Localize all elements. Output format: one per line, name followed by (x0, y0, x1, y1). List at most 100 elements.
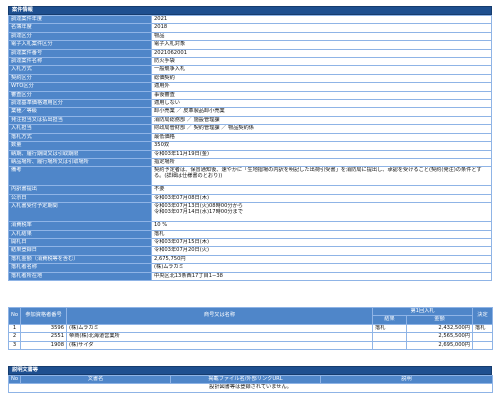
field-label: 調達案件番号 (8, 48, 152, 59)
field-value: 物品 (151, 31, 492, 42)
field-label: 入札結果 (8, 229, 152, 239)
table-row: 数量 350双 (8, 141, 492, 151)
col-round-1: 第1回入札 (372, 306, 473, 317)
case-info-header: 案件情報 (8, 6, 492, 15)
table-row: 調達区分 物品 (8, 31, 492, 42)
table-row: 落札者名称 (株)ムラカミ (8, 263, 492, 273)
field-label: 名簿年度 (8, 23, 152, 33)
table-row: 入札担当 財政局管財部 ／ 契約管理課 ／ 物品契約係 (8, 124, 492, 134)
field-value: 事後審査 (151, 90, 492, 101)
field-value: 令和03年07月20日(火) (151, 246, 492, 256)
field-value: 2021 (151, 14, 492, 25)
field-value: 2,675,750円 (151, 254, 492, 265)
col-decision: 決定 (472, 307, 493, 325)
table-row: 1 3596 (株)ムラカミ 落札 2,432,500円 落札 (8, 323, 493, 334)
docs-section: 説明文書等 No 文書名 掲載ファイル名/外部リンクURL 説明 設計図書等は登… (8, 366, 493, 393)
bid-no: 1 (8, 323, 21, 334)
bid-decision: 落札 (472, 323, 493, 334)
bid-result: 落札 (372, 323, 407, 334)
field-value: 防火手袋 (151, 57, 492, 67)
table-row: 落札金額（消費税等を含む） 2,675,750円 (8, 254, 492, 265)
field-label: 落札金額（消費税等を含む） (8, 254, 152, 265)
field-value: 一般競争入札 (151, 65, 492, 75)
field-value: 2021062001 (151, 48, 492, 59)
field-value: 適用しない (151, 99, 492, 109)
field-value: 10 % (151, 221, 492, 231)
col-no: No (8, 307, 21, 325)
bid-name: (株)サイダ (66, 340, 373, 351)
field-label: 納品場所、履行場所又は引取場所 (8, 157, 152, 168)
bid-reg-no: 2551 (20, 332, 67, 342)
docs-table: No 文書名 掲載ファイル名/外部リンクURL 説明 設計図書等は登録されていま… (8, 374, 493, 393)
table-row: 落札者所在地 中央区北13条西17丁目1−38 (8, 271, 492, 281)
field-label: 内訳書提出 (8, 185, 152, 195)
table-row: 審査区分 事後審査 (8, 90, 492, 101)
field-value: 財政局管財部 ／ 契約管理課 ／ 物品契約係 (151, 124, 492, 134)
field-label: 納期、履行期間又は引取期限 (8, 149, 152, 159)
field-label: 結果登録日 (8, 246, 152, 256)
field-label: 調達基準価格適用区分 (8, 99, 152, 109)
table-row: 業種／等級 卸小売業 ／ 皮革製品卸小売業 (8, 107, 492, 117)
field-label: 調達案件年度 (8, 14, 152, 25)
bid-name: 帝商(株)北海道営業所 (66, 332, 373, 342)
docs-empty-message: 設計図書等は登録されていません。 (8, 383, 493, 393)
table-row: 内訳書提出 不要 (8, 185, 492, 195)
bid-decision (472, 332, 493, 342)
field-value: 指定場所 (151, 157, 492, 168)
col-doc-name: 文書名 (20, 374, 171, 385)
case-info-section: 案件情報 調達案件年度 2021 名簿年度 2018 調達区分 物品 電子入札案件区分 電子入… (8, 6, 492, 281)
field-value: (株)ムラカミ (151, 263, 492, 273)
field-value: 消防局総務部 ／ 施設管理課 (151, 115, 492, 126)
bid-amount: 2,432,500円 (406, 323, 473, 334)
field-label: 消費税率 (8, 221, 152, 231)
field-label: 入札書受付予定期間 (8, 202, 152, 223)
field-value: 電子入札対象 (151, 40, 492, 50)
field-value: 令和03年07月13日(火)08時00分から 令和03年07月14日(水)17時… (151, 202, 492, 223)
docs-header: 説明文書等 (8, 366, 492, 375)
table-row: 公示日 令和03年07月08日(木) (8, 193, 492, 204)
field-value: 中央区北13条西17丁目1−38 (151, 271, 492, 281)
field-value: 卸小売業 ／ 皮革製品卸小売業 (151, 107, 492, 117)
field-label: 契約区分 (8, 73, 152, 84)
table-row: 入札方式 一般競争入札 (8, 65, 492, 75)
col-doc-no: No (8, 374, 21, 385)
field-label: 調達区分 (8, 31, 152, 42)
field-label: 落札者所在地 (8, 271, 152, 281)
bid-amount: 2,695,000円 (406, 340, 473, 351)
case-info-table: 調達案件年度 2021 名簿年度 2018 調達区分 物品 電子入札案件区分 電子入札対象 調達… (8, 14, 492, 281)
col-doc-file: 掲載ファイル名/外部リンクURL (170, 374, 321, 385)
field-value: 令和03年07月15日(木) (151, 237, 492, 248)
field-value: 350双 (151, 141, 492, 151)
bid-result (372, 340, 407, 351)
table-row: 開札日 令和03年07月15日(木) (8, 237, 492, 248)
table-row: 結果登録日 令和03年07月20日(火) (8, 246, 492, 256)
bid-result (372, 332, 407, 342)
table-row: 調達基準価格適用区分 適用しない (8, 99, 492, 109)
field-value: 適用外 (151, 82, 492, 92)
table-row: WTO区分 適用外 (8, 82, 492, 92)
table-row: 電子入札案件区分 電子入札対象 (8, 40, 492, 50)
field-value: 令和03年07月08日(木) (151, 193, 492, 204)
field-label: 数量 (8, 141, 152, 151)
table-row: 調達案件年度 2021 (8, 14, 492, 25)
bid-results-section: No 参加資格者番号 商号又は名称 第1回入札 決定 結果 金額 1 3596 … (8, 306, 493, 351)
col-reg-no: 参加資格者番号 (20, 307, 67, 325)
table-row: 納品場所、履行場所又は引取場所 指定場所 (8, 157, 492, 168)
field-label: 落札者名称 (8, 263, 152, 273)
field-label: 公示日 (8, 193, 152, 204)
field-label: 発注担当又は払出担当 (8, 115, 152, 126)
field-label: 入札方式 (8, 65, 152, 75)
col-doc-desc: 説明 (320, 374, 493, 385)
field-label: 業種／等級 (8, 107, 152, 117)
field-value: 令和03年11月19日(金) (151, 149, 492, 159)
table-row: 設計図書等は登録されていません。 (8, 383, 493, 393)
bid-amount: 2,565,500円 (406, 332, 473, 342)
table-row: 名簿年度 2018 (8, 23, 492, 33)
field-value: 落札 (151, 229, 492, 239)
table-row: 入札結果 落札 (8, 229, 492, 239)
field-label: 落札方式 (8, 132, 152, 143)
col-result: 結果 (372, 315, 407, 325)
bid-decision (472, 340, 493, 351)
table-row: 発注担当又は払出担当 消防局総務部 ／ 施設管理課 (8, 115, 492, 126)
field-label: 審査区分 (8, 90, 152, 101)
